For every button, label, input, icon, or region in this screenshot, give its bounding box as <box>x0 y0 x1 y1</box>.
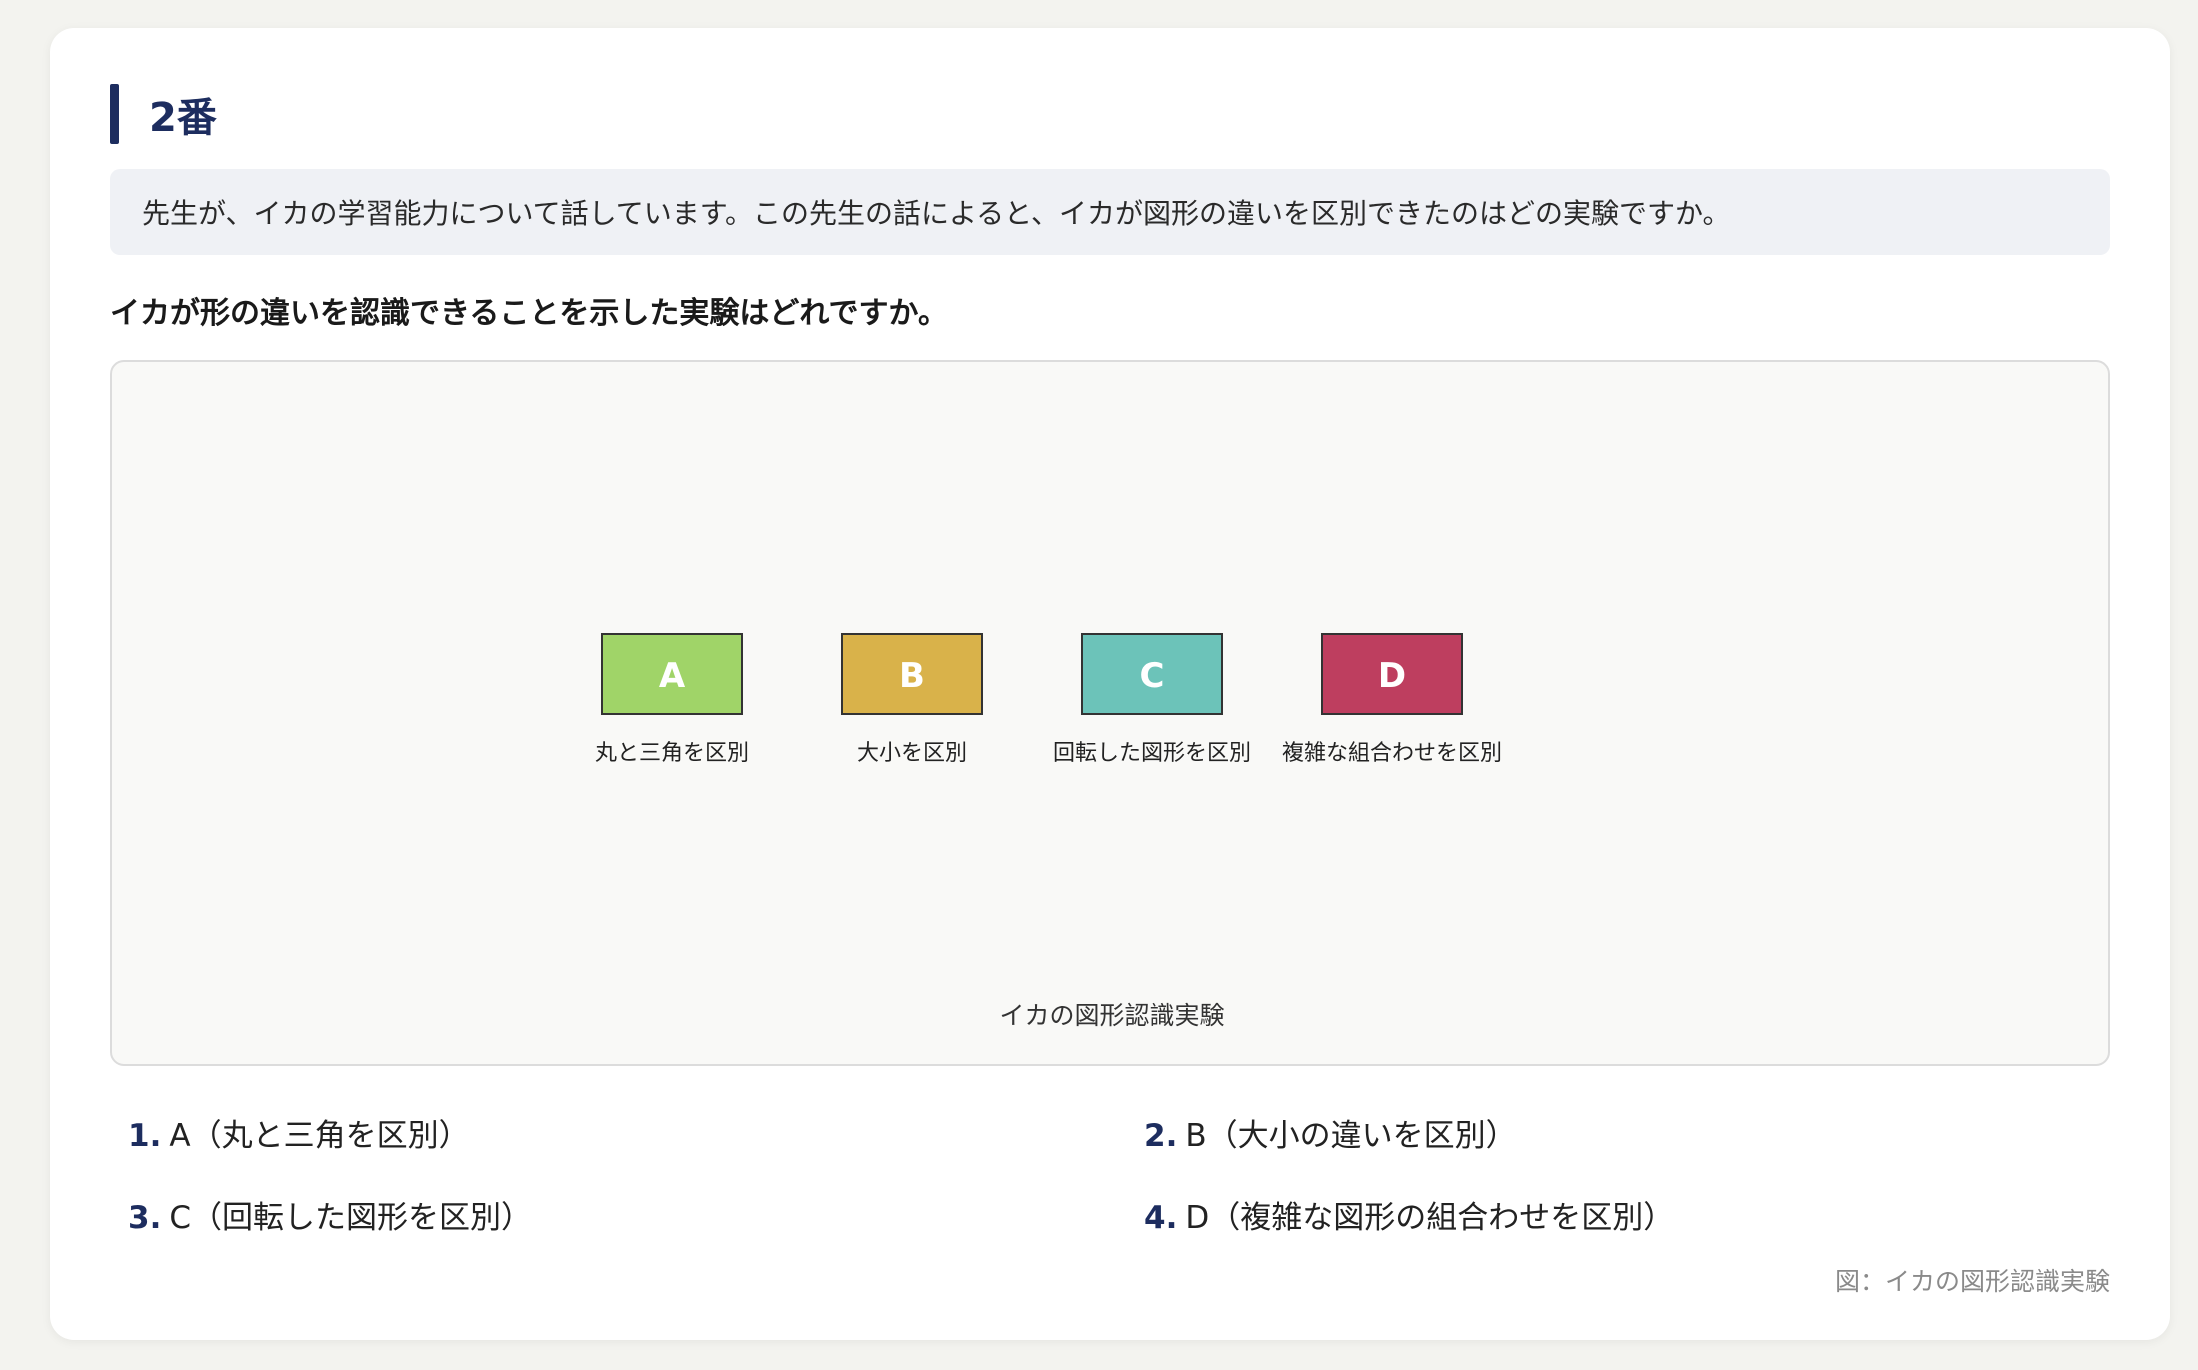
experiment-label-d: 複雑な組合わせを区別 <box>1282 741 1502 766</box>
option-3-number: 3. <box>128 1200 162 1236</box>
question-number: 2番 <box>149 95 217 141</box>
option-1-text: A（丸と三角を区別） <box>169 1118 470 1154</box>
experiment-b: B 大小を区別 <box>841 633 983 766</box>
experiment-letter-a: A <box>659 656 686 696</box>
question-card: 2番 先生が、イカの学習能力について話しています。この先生の話によると、イカが図… <box>50 28 2170 1340</box>
option-1-number: 1. <box>128 1118 162 1154</box>
experiment-letter-c: C <box>1140 656 1165 696</box>
heading-accent-bar <box>110 84 119 144</box>
question-heading: 2番 <box>110 84 217 144</box>
experiment-letter-d: D <box>1378 656 1406 696</box>
experiment-a: A 丸と三角を区別 <box>595 633 749 766</box>
option-1[interactable]: 1. A（丸と三角を区別） <box>128 1110 470 1155</box>
figure-panel: A 丸と三角を区別 B 大小を区別 C 回転した図形を区別 D 複雑な組合わせを区別イカの図形… <box>110 360 2110 1066</box>
option-4[interactable]: 4. D（複雑な図形の組合わせを区別） <box>1144 1192 1674 1237</box>
option-4-number: 4. <box>1144 1200 1178 1236</box>
experiment-c: C 回転した図形を区別 <box>1053 633 1251 766</box>
figure-svg: A 丸と三角を区別 B 大小を区別 C 回転した図形を区別 D 複雑な組合わせを区別イカの図形… <box>595 633 1502 1030</box>
experiment-label-a: 丸と三角を区別 <box>595 741 749 766</box>
experiment-letter-b: B <box>899 656 925 696</box>
option-2-number: 2. <box>1144 1118 1178 1154</box>
experiment-label-b: 大小を区別 <box>857 741 967 766</box>
option-2[interactable]: 2. B（大小の違いを区別） <box>1144 1110 1517 1155</box>
option-2-text: B（大小の違いを区別） <box>1185 1118 1517 1154</box>
question-text: イカが形の違いを認識できることを示した実験はどれですか。 <box>110 296 948 331</box>
option-3-text: C（回転した図形を区別） <box>169 1200 533 1236</box>
option-4-text: D（複雑な図形の組合わせを区別） <box>1185 1200 1675 1236</box>
figure-caption: 図：イカの図形認識実験 <box>1834 1267 2110 1296</box>
option-3[interactable]: 3. C（回転した図形を区別） <box>128 1192 532 1237</box>
experiment-label-c: 回転した図形を区別 <box>1053 741 1251 766</box>
experiment-d: D 複雑な組合わせを区別 <box>1282 633 1502 766</box>
instruction-box: 先生が、イカの学習能力について話しています。この先生の話によると、イカが図形の違… <box>110 169 2110 255</box>
figure-title: イカの図形認識実験 <box>999 1001 1224 1030</box>
